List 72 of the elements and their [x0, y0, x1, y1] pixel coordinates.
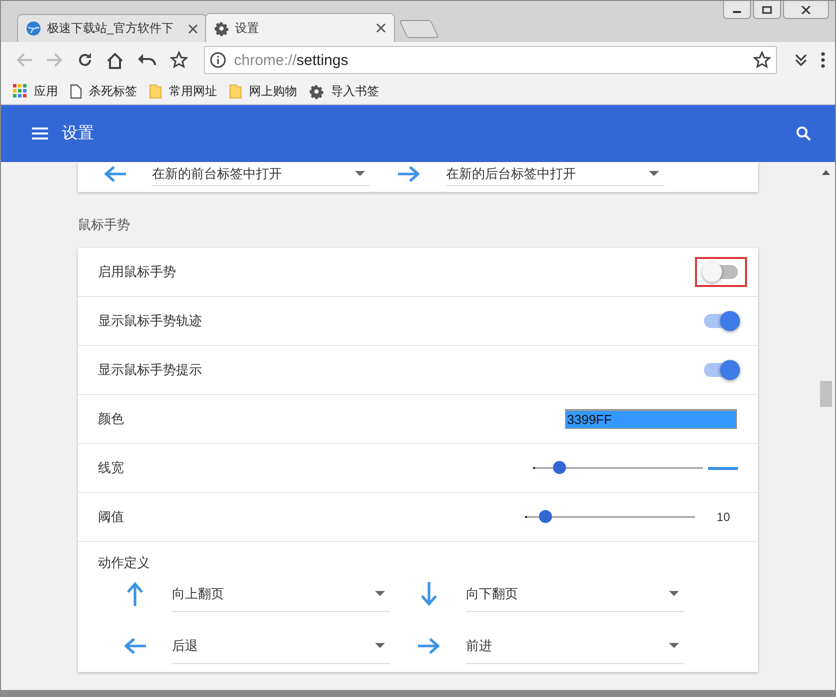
close-icon	[801, 6, 811, 14]
slider-thumb[interactable]	[552, 461, 566, 474]
search-icon[interactable]	[796, 126, 811, 141]
globe-icon	[26, 21, 41, 36]
setting-label: 显示鼠标手势轨迹	[98, 312, 202, 330]
bookmark-item[interactable]: 杀死标签	[70, 82, 137, 100]
dropdown[interactable]: 在新的后台标签中打开	[446, 162, 664, 186]
bookmark-item[interactable]: 应用	[13, 82, 58, 100]
dropdown-caret-icon	[669, 643, 679, 648]
arrow-left-icon	[122, 637, 148, 655]
close-icon[interactable]	[188, 24, 198, 34]
setting-label: 线宽	[98, 459, 124, 477]
toggle-switch[interactable]	[704, 265, 738, 279]
scrollbar-thumb[interactable]	[820, 381, 832, 407]
dropdown-caret-icon	[669, 591, 679, 596]
setting-label: 颜色	[98, 410, 124, 428]
arrow-left-icon	[102, 165, 128, 183]
dropdown-caret-icon	[375, 591, 385, 596]
setting-label: 显示鼠标手势提示	[98, 361, 202, 379]
dropdown-caret-icon	[355, 171, 365, 176]
arrow-down-icon	[420, 580, 438, 608]
arrow-right-icon	[396, 165, 422, 183]
menu-icon[interactable]	[821, 52, 825, 68]
gear-icon	[214, 20, 229, 36]
gear-icon	[309, 84, 324, 98]
bookmark-star-icon[interactable]	[753, 51, 771, 69]
browser-tab[interactable]: 极速下载站_官方软件下	[17, 14, 207, 42]
arrow-up-icon	[126, 580, 144, 608]
dropdown[interactable]: 向下翻页	[466, 576, 684, 612]
line-sample	[708, 466, 738, 470]
arrow-right-icon	[416, 637, 442, 655]
setting-label: 启用鼠标手势	[98, 263, 176, 281]
slider-value: 10	[716, 510, 731, 524]
double-chevron-icon[interactable]	[794, 53, 808, 67]
dropdown-caret-icon	[375, 643, 385, 648]
browser-tab[interactable]: 设置	[205, 13, 395, 42]
address-bar[interactable]: chrome://settings	[204, 46, 777, 74]
section-heading: 鼠标手势	[78, 216, 131, 234]
bookmark-item[interactable]: 导入书签	[309, 82, 379, 100]
bookmark-item[interactable]: 网上购物	[229, 82, 297, 100]
dropdown[interactable]: 后退	[172, 628, 390, 664]
tab-title: 设置	[235, 20, 260, 36]
toggle-switch[interactable]	[704, 363, 738, 377]
color-input-field[interactable]: 3399FF	[565, 409, 737, 429]
toggle-switch[interactable]	[704, 314, 738, 328]
url-text: chrome://settings	[234, 52, 348, 68]
setting-label: 阈值	[98, 508, 124, 526]
undo-icon[interactable]	[137, 53, 157, 67]
reload-icon[interactable]	[77, 52, 93, 68]
maximize-button[interactable]	[753, 1, 781, 19]
tab-title: 极速下载站_官方软件下	[47, 20, 175, 37]
restore-icon	[762, 6, 772, 14]
dropdown-caret-icon	[649, 171, 659, 176]
dropdown[interactable]: 在新的前台标签中打开	[152, 162, 370, 186]
slider-thumb[interactable]	[539, 510, 552, 523]
apps-grid-icon	[13, 84, 27, 98]
setting-label: 动作定义	[98, 554, 151, 572]
info-icon	[210, 52, 226, 68]
page-icon	[70, 84, 82, 98]
folder-icon	[149, 84, 162, 98]
folder-icon	[229, 84, 242, 98]
dropdown[interactable]: 前进	[466, 628, 684, 664]
home-icon[interactable]	[106, 52, 124, 68]
scroll-up-icon[interactable]	[822, 170, 830, 175]
menu-icon[interactable]	[32, 127, 48, 140]
close-button[interactable]	[783, 1, 829, 19]
close-icon[interactable]	[376, 23, 386, 33]
bookmark-star-icon[interactable]	[170, 51, 188, 69]
bookmark-item[interactable]: 常用网址	[149, 82, 217, 100]
minimize-button[interactable]	[723, 1, 751, 19]
dropdown[interactable]: 向上翻页	[172, 576, 390, 612]
page-title: 设置	[62, 124, 94, 144]
